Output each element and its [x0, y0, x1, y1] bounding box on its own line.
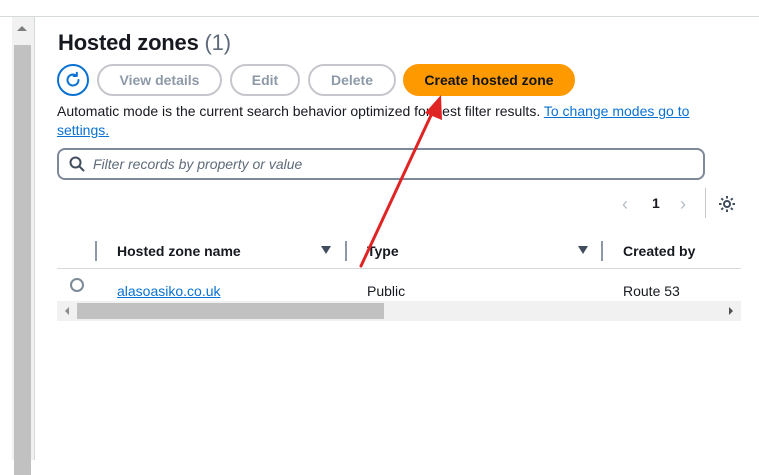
sort-caret-icon[interactable]: [578, 246, 588, 254]
zone-count: (1): [204, 30, 231, 55]
column-separator[interactable]: [601, 241, 603, 261]
search-mode-info: Automatic mode is the current search beh…: [57, 102, 737, 140]
delete-button[interactable]: Delete: [308, 64, 396, 96]
view-details-button[interactable]: View details: [97, 64, 222, 96]
edit-button[interactable]: Edit: [230, 64, 300, 96]
hosted-zone-link[interactable]: alasoasiko.co.uk: [117, 283, 221, 299]
previous-page-button[interactable]: ‹: [622, 194, 628, 215]
row-select-radio[interactable]: [70, 278, 84, 292]
search-mode-text: Automatic mode is the current search beh…: [57, 103, 541, 119]
pagination-divider: [705, 188, 706, 218]
settings-gear-icon[interactable]: [717, 194, 737, 214]
vertical-scrollbar-thumb[interactable]: [14, 45, 31, 475]
vertical-scrollbar[interactable]: [12, 17, 35, 475]
refresh-icon: [66, 71, 80, 87]
column-header-type[interactable]: Type: [367, 243, 399, 259]
zone-type-cell: Public: [367, 283, 406, 299]
scroll-up-arrow-icon[interactable]: [17, 26, 27, 31]
table-header-divider: [57, 268, 741, 269]
column-separator[interactable]: [95, 241, 97, 261]
filter-box[interactable]: [57, 148, 705, 180]
create-hosted-zone-button[interactable]: Create hosted zone: [403, 64, 575, 96]
column-header-created-by[interactable]: Created by: [623, 243, 695, 259]
next-page-button[interactable]: ›: [680, 194, 686, 215]
horizontal-scrollbar[interactable]: [57, 301, 741, 321]
sort-caret-icon[interactable]: [321, 246, 331, 254]
page-title: Hosted zones (1): [58, 30, 231, 56]
column-separator[interactable]: [345, 241, 347, 261]
horizontal-scrollbar-thumb[interactable]: [77, 303, 384, 319]
scroll-right-arrow-icon[interactable]: [729, 307, 733, 315]
filter-input[interactable]: [91, 155, 685, 173]
top-divider: [0, 16, 759, 17]
refresh-button[interactable]: [57, 64, 89, 96]
scroll-left-arrow-icon[interactable]: [65, 307, 69, 315]
current-page-number[interactable]: 1: [652, 195, 660, 211]
column-header-hosted-zone-name[interactable]: Hosted zone name: [117, 243, 241, 259]
created-by-cell: Route 53: [623, 283, 680, 299]
search-icon: [69, 156, 85, 172]
page-title-text: Hosted zones: [58, 30, 199, 55]
